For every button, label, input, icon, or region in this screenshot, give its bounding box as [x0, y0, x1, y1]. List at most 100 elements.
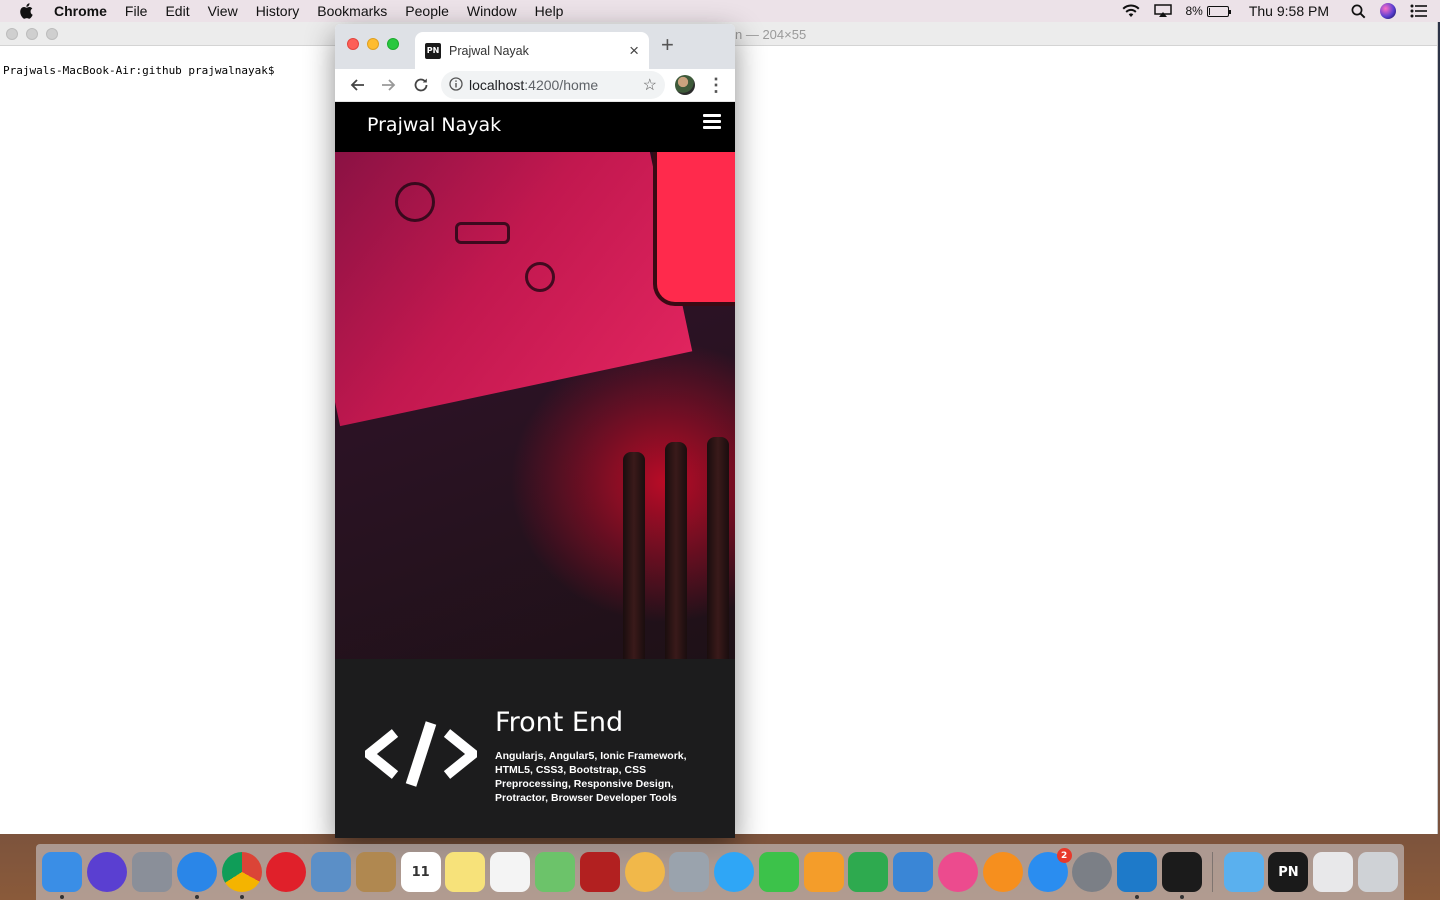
hero-doodle — [395, 182, 435, 222]
dock-siri-icon[interactable] — [87, 852, 128, 892]
dock-photo-booth-icon[interactable] — [579, 852, 620, 892]
dock-calendar-icon[interactable]: 11 — [400, 852, 441, 892]
hero-doodle — [455, 222, 510, 244]
dock-facetime-icon[interactable] — [758, 852, 799, 892]
airplay-icon[interactable] — [1153, 4, 1172, 18]
running-indicator — [1135, 895, 1140, 899]
hero-paper-shape — [335, 152, 693, 427]
dock-pn-stack-icon[interactable]: PN — [1268, 852, 1309, 892]
dock-finder-icon[interactable] — [42, 852, 83, 899]
dock-safari-icon[interactable] — [176, 852, 217, 899]
terminal-zoom-button[interactable] — [46, 28, 58, 40]
terminal-close-button[interactable] — [6, 28, 18, 40]
dock-itunes-icon[interactable] — [938, 852, 979, 892]
clock[interactable]: Thu 9:58 PM — [1249, 3, 1329, 19]
dock-launchpad-icon[interactable] — [131, 852, 172, 892]
siri-icon[interactable] — [1380, 3, 1396, 19]
wifi-icon[interactable] — [1122, 4, 1140, 18]
running-indicator — [194, 895, 199, 899]
dock-photos-icon[interactable] — [624, 852, 665, 892]
dock-image-capture-icon[interactable] — [669, 852, 710, 892]
dock-terminal-icon[interactable] — [1161, 852, 1202, 899]
url-path: :4200/home — [524, 77, 599, 93]
terminal-title: n — 204×55 — [735, 27, 807, 42]
dock-app-store-icon[interactable]: 2 — [1027, 848, 1072, 892]
skill-description: Angularjs, Angular5, Ionic Framework, HT… — [495, 750, 687, 804]
terminal-window-controls — [6, 28, 58, 40]
menu-history[interactable]: History — [247, 3, 309, 19]
tab-title: Prajwal Nayak — [449, 43, 529, 58]
dock-pn-stack-label: PN — [1278, 864, 1299, 880]
hero-pen-shape — [707, 437, 729, 659]
zoom-window-button[interactable] — [387, 38, 399, 50]
dock-messages-icon[interactable] — [714, 852, 755, 892]
dock-calendar-label: 11 — [411, 864, 430, 880]
terminal-prompt[interactable]: Prajwals-MacBook-Air:github prajwalnayak… — [3, 64, 275, 77]
terminal-minimize-button[interactable] — [26, 28, 38, 40]
running-indicator — [60, 895, 65, 899]
dock-applications-folder-icon[interactable] — [1223, 852, 1264, 892]
hero-doodle — [525, 262, 555, 292]
hero-image — [335, 152, 735, 659]
code-brackets-icon — [361, 721, 481, 792]
dock-separator — [1212, 852, 1214, 892]
site-info-icon[interactable] — [449, 76, 463, 94]
hero-phone-shape — [657, 152, 735, 302]
menu-help[interactable]: Help — [526, 3, 573, 19]
reload-button[interactable] — [405, 71, 437, 99]
menu-bookmarks[interactable]: Bookmarks — [308, 3, 396, 19]
web-page: Prajwal Nayak Front End Angularjs, Angul… — [335, 102, 735, 838]
hero-pen-shape — [665, 442, 687, 659]
hamburger-menu-icon[interactable] — [703, 114, 721, 132]
forward-button[interactable] — [373, 71, 405, 99]
new-tab-button[interactable]: + — [661, 34, 674, 56]
back-button[interactable] — [341, 71, 373, 99]
dock-keynote-icon[interactable] — [893, 852, 934, 892]
tab-prajwal-nayak[interactable]: PN Prajwal Nayak × — [415, 32, 649, 69]
dock-ibooks-icon[interactable] — [982, 852, 1023, 892]
minimize-window-button[interactable] — [367, 38, 379, 50]
chrome-menu-icon[interactable]: ⋮ — [707, 76, 725, 94]
dock-badge: 2 — [1056, 848, 1072, 863]
menu-app-name[interactable]: Chrome — [52, 3, 116, 19]
chrome-window-controls — [347, 38, 399, 50]
dock: 11 2 PN — [36, 844, 1404, 900]
dock-trash-icon[interactable] — [1358, 852, 1399, 892]
dock-chrome-icon[interactable] — [221, 852, 262, 899]
menu-people[interactable]: People — [396, 3, 458, 19]
dock-preview-icon[interactable] — [311, 852, 352, 892]
profile-avatar[interactable] — [675, 75, 695, 95]
dock-vscode-icon[interactable] — [1117, 852, 1158, 899]
menu-edit[interactable]: Edit — [156, 3, 198, 19]
close-tab-icon[interactable]: × — [629, 42, 639, 59]
menu-window[interactable]: Window — [458, 3, 526, 19]
chrome-window: PN Prajwal Nayak × + localhost:4200/home… — [335, 24, 735, 838]
spotlight-search-icon[interactable] — [1351, 4, 1366, 19]
dock-opera-icon[interactable] — [266, 852, 307, 892]
dock-downloads-stack-icon[interactable] — [1313, 852, 1354, 892]
dock-system-preferences-icon[interactable] — [1072, 852, 1113, 892]
hero-pen-shape — [623, 452, 645, 659]
battery-icon[interactable] — [1206, 5, 1231, 17]
skill-title: Front End — [495, 707, 624, 738]
skill-section: Front End Angularjs, Angular5, Ionic Fra… — [335, 659, 735, 838]
favicon-icon: PN — [425, 42, 441, 59]
dock-maps-icon[interactable] — [534, 852, 575, 892]
dock-numbers-icon[interactable] — [848, 852, 889, 892]
site-navbar: Prajwal Nayak — [335, 102, 735, 152]
dock-pages-icon[interactable] — [803, 852, 844, 892]
address-bar[interactable]: localhost:4200/home ☆ — [441, 71, 665, 99]
menu-file[interactable]: File — [116, 3, 157, 19]
url-host: localhost — [469, 77, 525, 93]
notification-center-icon[interactable] — [1410, 4, 1428, 18]
menu-bar: Chrome File Edit View History Bookmarks … — [0, 0, 1440, 22]
dock-contacts-icon[interactable] — [355, 852, 396, 892]
close-window-button[interactable] — [347, 38, 359, 50]
battery-percent: 8% — [1185, 4, 1203, 18]
dock-reminders-icon[interactable] — [490, 852, 531, 892]
bookmark-star-icon[interactable]: ☆ — [643, 75, 657, 95]
apple-menu-icon[interactable] — [0, 3, 52, 19]
dock-notes-icon[interactable] — [445, 852, 486, 892]
menu-view[interactable]: View — [199, 3, 247, 19]
site-brand[interactable]: Prajwal Nayak — [367, 114, 501, 136]
